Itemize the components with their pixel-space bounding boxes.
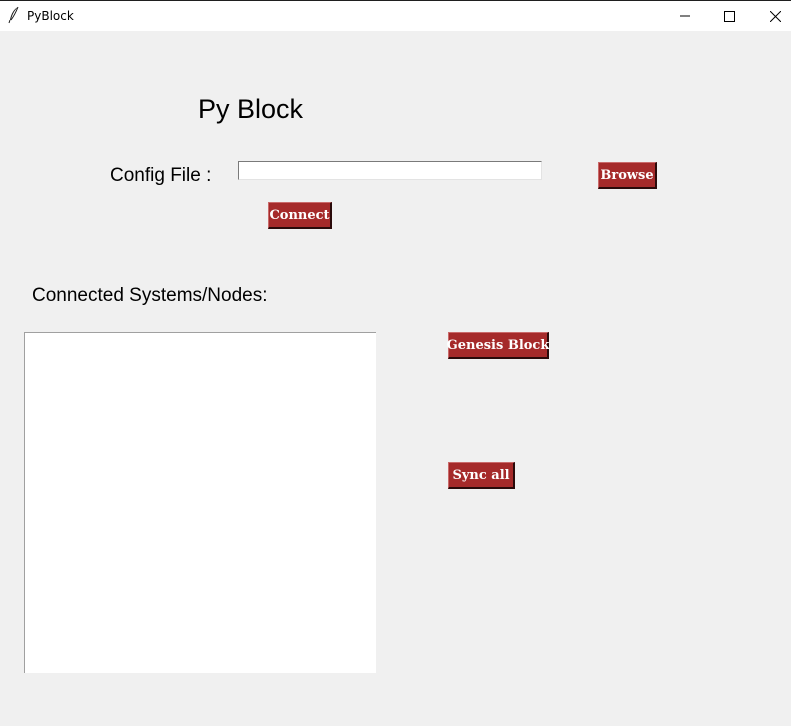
connected-nodes-label: Connected Systems/Nodes:	[32, 285, 268, 306]
feather-icon	[8, 6, 20, 24]
maximize-icon	[723, 10, 735, 22]
sync-all-button[interactable]: Sync all	[448, 462, 515, 489]
minimize-button[interactable]	[662, 1, 708, 31]
connect-button[interactable]: Connect	[268, 202, 332, 229]
window-title: PyBlock	[27, 9, 74, 23]
close-icon	[769, 10, 781, 22]
connected-nodes-list[interactable]	[24, 332, 376, 673]
close-button[interactable]	[752, 1, 791, 31]
maximize-button[interactable]	[706, 1, 752, 31]
minimize-icon	[680, 11, 690, 21]
genesis-block-button[interactable]: Genesis Block	[447, 332, 549, 359]
page-title: Py Block	[198, 94, 304, 124]
title-bar: PyBlock	[0, 0, 791, 31]
config-file-input[interactable]	[238, 161, 542, 180]
browse-button[interactable]: Browse	[598, 162, 657, 189]
config-file-label: Config File :	[110, 165, 212, 186]
